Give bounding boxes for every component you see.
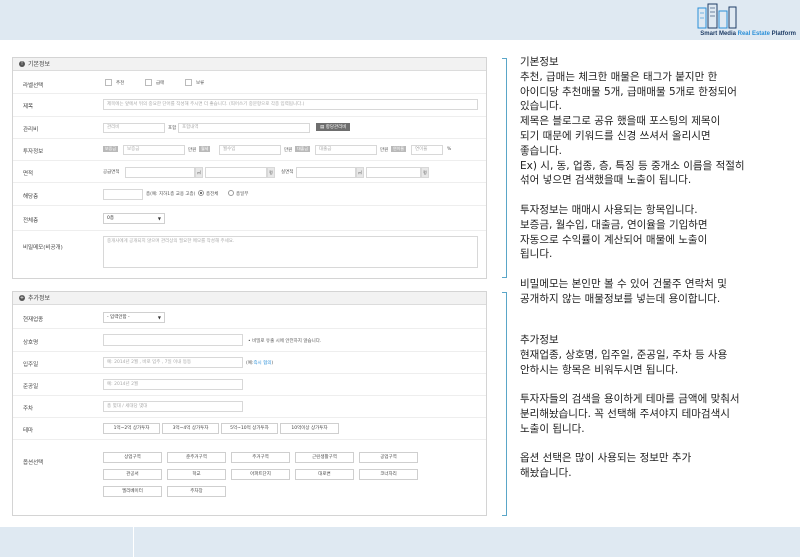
floor-input[interactable] <box>103 189 143 200</box>
bracket-basic <box>502 58 507 278</box>
option-apartment[interactable]: 아파트단지 <box>231 469 290 480</box>
checkbox-hold[interactable] <box>185 79 192 86</box>
brand-logo[interactable]: Smart Media Real Estate Platform <box>686 2 796 38</box>
completion-input[interactable]: 예: 2014년 2월 <box>103 379 243 390</box>
move-in-input[interactable]: 예: 2014년 2월 , 바로 입주 , 7일 이내 등등 <box>103 357 243 368</box>
actual-area-m2-input[interactable] <box>296 167 356 178</box>
completion-row: 준공일 예: 2014년 2월 <box>13 374 486 396</box>
basic-info-header: ! 기본정보 <box>13 58 486 71</box>
parking-input[interactable]: 총 몇대 / 세대당 몇대 <box>103 401 243 412</box>
basic-info-panel: ! 기본정보 라벨선택 추천 급매 보류 제목 제목에는 앞에서 뒤의 중요한 … <box>12 57 487 279</box>
top-bar: Smart Media Real Estate Platform <box>0 0 800 40</box>
note-theme: 투자자들의 검색을 용이하게 테마를 금액에 맞춰서 분리해놨습니다. 꼭 선택… <box>520 393 740 435</box>
mgmt-includes-input[interactable]: 포함내역 <box>178 123 310 133</box>
note-extra-info: 추가정보 현재업종, 상호명, 입주일, 준공일, 주차 등 사용 안하시는 항… <box>520 334 728 376</box>
note-options: 옵션 선택은 많이 사용되는 정보만 추가 해놨습니다. <box>520 452 692 480</box>
caret-down-icon: ▼ <box>157 315 161 320</box>
option-semi-residential[interactable]: 준주거구역 <box>167 452 226 463</box>
business-select[interactable]: - 입력안함 - ▼ <box>103 312 165 323</box>
theme-row: 테마 1억~2억 상가투자 3억~4억 상가투자 5억~10억 상가투자 10억… <box>13 418 486 440</box>
options-row: 옵션선택 상업구역 준주거구역 주거구역 근린생활구역 공업구역 관공서 학교 … <box>13 440 486 516</box>
option-residential[interactable]: 주거구역 <box>231 452 290 463</box>
option-parking[interactable]: 주차장 <box>167 486 226 497</box>
option-corner[interactable]: 코너자리 <box>359 469 418 480</box>
extra-info-panel: + 추가정보 현재업종 - 입력안함 - ▼ 상호명 • 비밀로 유출 시에 안… <box>12 291 487 516</box>
plus-circle-icon: + <box>19 295 25 301</box>
theme-button-3[interactable]: 5억~10억 상가투자 <box>221 423 278 434</box>
label-select-row: 라벨선택 추천 급매 보류 <box>13 72 486 94</box>
interest-rate-input[interactable]: 연이율 <box>411 145 443 155</box>
invest-row: 투자정보 보증금 보증금 만원 월세 월수입 만원 대출금 대출금 만원 연이율… <box>13 139 486 161</box>
mgmt-fee-input[interactable]: 관리비 <box>103 123 165 133</box>
info-circle-icon: ! <box>19 61 25 67</box>
option-school[interactable]: 학교 <box>167 469 226 480</box>
theme-button-4[interactable]: 10억이상 상가투자 <box>280 423 339 434</box>
memo-textarea[interactable]: 중개사에게 공개되지 않으며 관리상의 필요한 메모를 작성해 주세요. <box>103 236 478 268</box>
memo-row: 비밀메모(비공개) 중개사에게 공개되지 않으며 관리상의 필요한 메모를 작성… <box>13 231 486 279</box>
option-elevator[interactable]: 엘리베이터 <box>103 486 162 497</box>
radio-whole-floor[interactable] <box>198 190 204 196</box>
checkbox-recommend[interactable] <box>105 79 112 86</box>
theme-button-2[interactable]: 3억~4억 상가투자 <box>162 423 219 434</box>
notes-basic: 기본정보 추천, 급매는 체크한 매물은 태그가 붙지만 한 아이디당 추천매물… <box>520 55 790 307</box>
building-logo-icon <box>697 3 737 29</box>
total-floor-select[interactable]: 0층 ▼ <box>103 213 165 224</box>
bracket-extra <box>502 292 507 516</box>
option-main-road[interactable]: 대로변 <box>295 469 354 480</box>
bottom-bar <box>0 527 800 557</box>
option-commercial[interactable]: 상업구역 <box>103 452 162 463</box>
extra-info-header: + 추가정보 <box>13 292 486 305</box>
theme-button-1[interactable]: 1억~2억 상가투자 <box>103 423 160 434</box>
caret-down-icon: ▼ <box>157 216 161 221</box>
business-row: 현재업종 - 입력안함 - ▼ <box>13 306 486 329</box>
supply-area-py-input[interactable] <box>205 167 267 178</box>
notes-extra: 추가정보 현재업종, 상호명, 입주일, 준공일, 주차 등 사용 안하시는 항… <box>520 333 790 481</box>
fixed-mgmt-button[interactable]: ▤ 항당관리비 <box>316 123 351 131</box>
option-public-office[interactable]: 관공서 <box>103 469 162 480</box>
option-neighborhood[interactable]: 근린생활구역 <box>295 452 354 463</box>
floor-row: 해당층 층(예: 지하1층 교용 고층) 층전체 층일부 <box>13 183 486 206</box>
option-industrial[interactable]: 공업구역 <box>359 452 418 463</box>
shop-name-row: 상호명 • 비밀로 유출 시에 안전하지 않습니다. <box>13 329 486 352</box>
radio-partial-floor[interactable] <box>228 190 234 196</box>
actual-area-py-input[interactable] <box>366 167 421 178</box>
move-in-row: 입주일 예: 2014년 2월 , 바로 입주 , 7일 이내 등등 (예:즉시… <box>13 352 486 374</box>
total-floor-row: 전체층 0층 ▼ <box>13 206 486 231</box>
brand-name: Smart Media Real Estate Platform <box>700 31 796 37</box>
area-row: 면적 공급면적 ㎡ 평 실면적 ㎡ 평 <box>13 161 486 183</box>
deposit-input[interactable]: 보증금 <box>123 145 185 155</box>
parking-row: 주차 총 몇대 / 세대당 몇대 <box>13 396 486 418</box>
shop-name-input[interactable] <box>103 334 243 346</box>
note-memo: 비밀메모는 본인만 볼 수 있어 건물주 연락처 및 공개하지 않는 매물정보를… <box>520 277 727 305</box>
title-row: 제목 제목에는 앞에서 뒤의 중요한 단어를 작성해 주시면 더 좋습니다. (… <box>13 94 486 117</box>
note-investment: 투자정보는 매매시 사용되는 항목입니다. 보증금, 월수입, 대출금, 연이율… <box>520 203 708 261</box>
bottom-divider <box>133 527 134 557</box>
checkbox-urgent[interactable] <box>145 79 152 86</box>
supply-area-m2-input[interactable] <box>125 167 195 178</box>
note-basic-info: 기본정보 추천, 급매는 체크한 매물은 태그가 붙지만 한 아이디당 추천매물… <box>520 56 745 187</box>
monthly-income-input[interactable]: 월수입 <box>219 145 281 155</box>
loan-input[interactable]: 대출금 <box>315 145 377 155</box>
mgmt-fee-row: 관리비 관리비 포함 포함내역 ▤ 항당관리비 <box>13 117 486 139</box>
move-in-example: (예:즉시 협의) <box>246 361 274 366</box>
title-input[interactable]: 제목에는 앞에서 뒤의 중요한 단어를 작성해 주시면 더 좋습니다. (띄어쓰… <box>103 99 478 110</box>
